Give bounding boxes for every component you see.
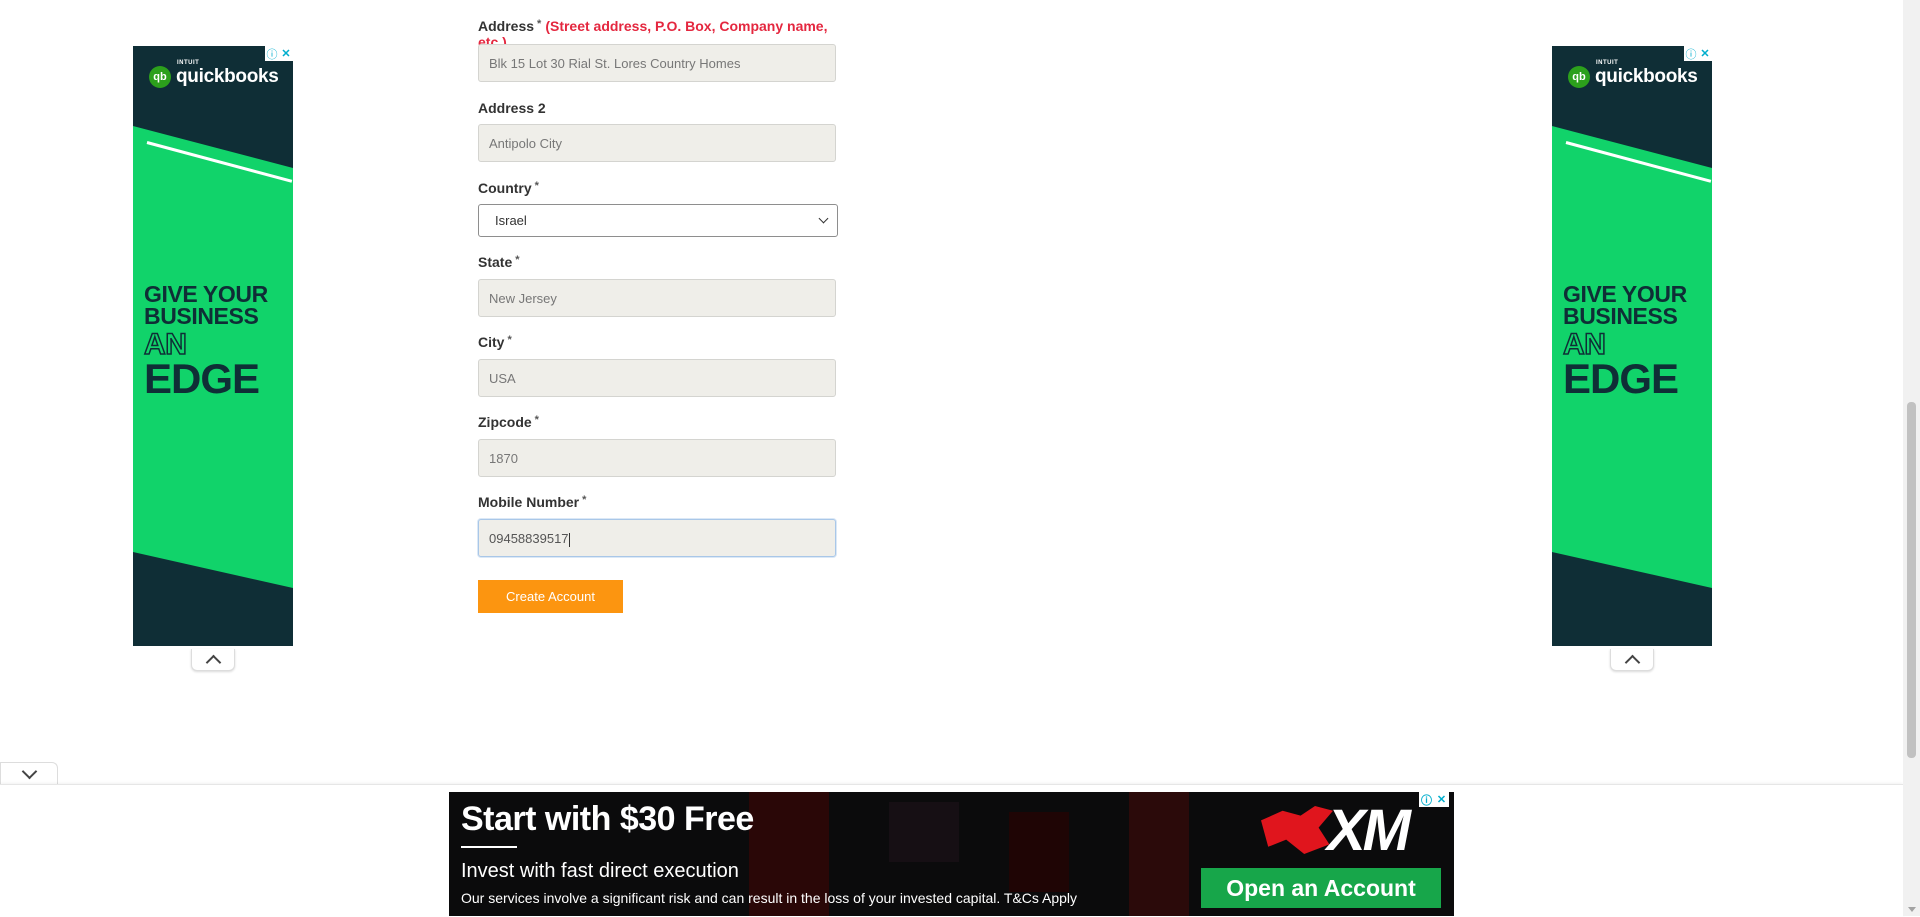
zipcode-input[interactable]: 1870	[478, 439, 836, 477]
ad-headline-line1: GIVE YOUR	[1563, 281, 1687, 307]
mobile-input-value: 09458839517	[489, 531, 569, 546]
country-select-value: Israel	[495, 213, 527, 228]
xm-headline: Start with $30 Free	[461, 800, 754, 838]
ad-info-icon[interactable]: ⓘ	[1684, 46, 1698, 61]
bottom-ad-collapse-button[interactable]	[0, 762, 58, 785]
required-asterisk: *	[537, 18, 542, 30]
required-asterisk: *	[534, 180, 539, 192]
ad-headline-line1: GIVE YOUR	[144, 281, 268, 307]
country-label: Country *	[478, 180, 539, 196]
page-scrollbar[interactable]	[1903, 0, 1920, 916]
city-label: City *	[478, 334, 512, 350]
mobile-input[interactable]: 09458839517	[478, 519, 836, 557]
ad-info-icon[interactable]: ⓘ	[1419, 792, 1434, 807]
chevron-up-icon	[205, 654, 221, 671]
left-ad-controls: ⓘ ✕	[265, 46, 293, 61]
right-ad-collapse-button[interactable]	[1610, 649, 1654, 671]
left-ad-collapse-button[interactable]	[191, 649, 235, 671]
quickbooks-wordmark: quickbooks	[176, 66, 279, 87]
country-select[interactable]: Israel	[478, 204, 838, 237]
ad-close-icon[interactable]: ✕	[1698, 46, 1712, 61]
left-side-ad[interactable]: qb INTUIT quickbooks GIVE YOUR BUSINESS A…	[133, 46, 293, 646]
xm-subline: Invest with fast direct execution	[461, 860, 739, 882]
city-input[interactable]: USA	[478, 359, 836, 397]
xm-divider	[461, 846, 517, 848]
ad-close-icon[interactable]: ✕	[1434, 792, 1449, 807]
open-account-button[interactable]: Open an Account	[1201, 868, 1441, 908]
xm-bull-icon	[1261, 806, 1333, 854]
ad-headline: GIVE YOUR BUSINESS AN EDGE	[1562, 281, 1687, 402]
quickbooks-wordmark: quickbooks	[1595, 66, 1698, 87]
required-asterisk: *	[515, 254, 520, 266]
mobile-label: Mobile Number *	[478, 494, 587, 510]
xm-banner-ad[interactable]: Start with $30 Free Invest with fast dir…	[449, 792, 1454, 916]
ad-close-icon[interactable]: ✕	[279, 46, 293, 61]
ad-headline-line4: EDGE	[144, 355, 260, 402]
scroll-down-arrow-icon[interactable]	[1908, 907, 1916, 912]
required-asterisk: *	[534, 414, 539, 426]
address2-label: Address 2	[478, 100, 546, 116]
chevron-up-icon	[1624, 654, 1640, 671]
state-label: State *	[478, 254, 520, 270]
ad-info-icon[interactable]: ⓘ	[265, 46, 279, 61]
quickbooks-logo: qb INTUIT quickbooks	[149, 60, 279, 90]
ad-bg-block	[1129, 792, 1189, 916]
required-asterisk: *	[582, 494, 587, 506]
quickbooks-mark-icon: qb	[1568, 66, 1590, 88]
zipcode-label: Zipcode *	[478, 414, 539, 430]
chevron-down-icon	[21, 763, 37, 780]
state-input[interactable]: New Jersey	[478, 279, 836, 317]
required-asterisk: *	[507, 334, 512, 346]
ad-headline-line2: BUSINESS	[144, 303, 259, 329]
intuit-label: INTUIT	[177, 60, 200, 66]
scrollbar-thumb[interactable]	[1907, 402, 1916, 758]
ad-headline-line4: EDGE	[1563, 355, 1679, 402]
text-caret	[568, 532, 570, 547]
chevron-down-icon	[818, 213, 829, 224]
bottom-ad-controls: ⓘ ✕	[1419, 792, 1449, 807]
right-side-ad[interactable]: qb INTUIT quickbooks GIVE YOUR BUSINESS A…	[1552, 46, 1712, 646]
xm-logo: XM	[1261, 798, 1441, 863]
ad-bg-block	[1009, 812, 1069, 892]
xm-wordmark: XM	[1327, 797, 1411, 863]
intuit-label: INTUIT	[1596, 60, 1619, 66]
right-ad-controls: ⓘ ✕	[1684, 46, 1712, 61]
ad-bg-block	[889, 802, 959, 862]
xm-disclaimer: Our services involve a significant risk …	[461, 890, 1078, 906]
quickbooks-mark-icon: qb	[149, 66, 171, 88]
address-input[interactable]: Blk 15 Lot 30 Rial St. Lores Country Hom…	[478, 44, 836, 82]
ad-headline-line2: BUSINESS	[1563, 303, 1678, 329]
quickbooks-logo: qb INTUIT quickbooks	[1568, 60, 1698, 90]
ad-headline: GIVE YOUR BUSINESS AN EDGE	[143, 281, 268, 402]
create-account-button[interactable]: Create Account	[478, 580, 623, 613]
address2-input[interactable]: Antipolo City	[478, 124, 836, 162]
